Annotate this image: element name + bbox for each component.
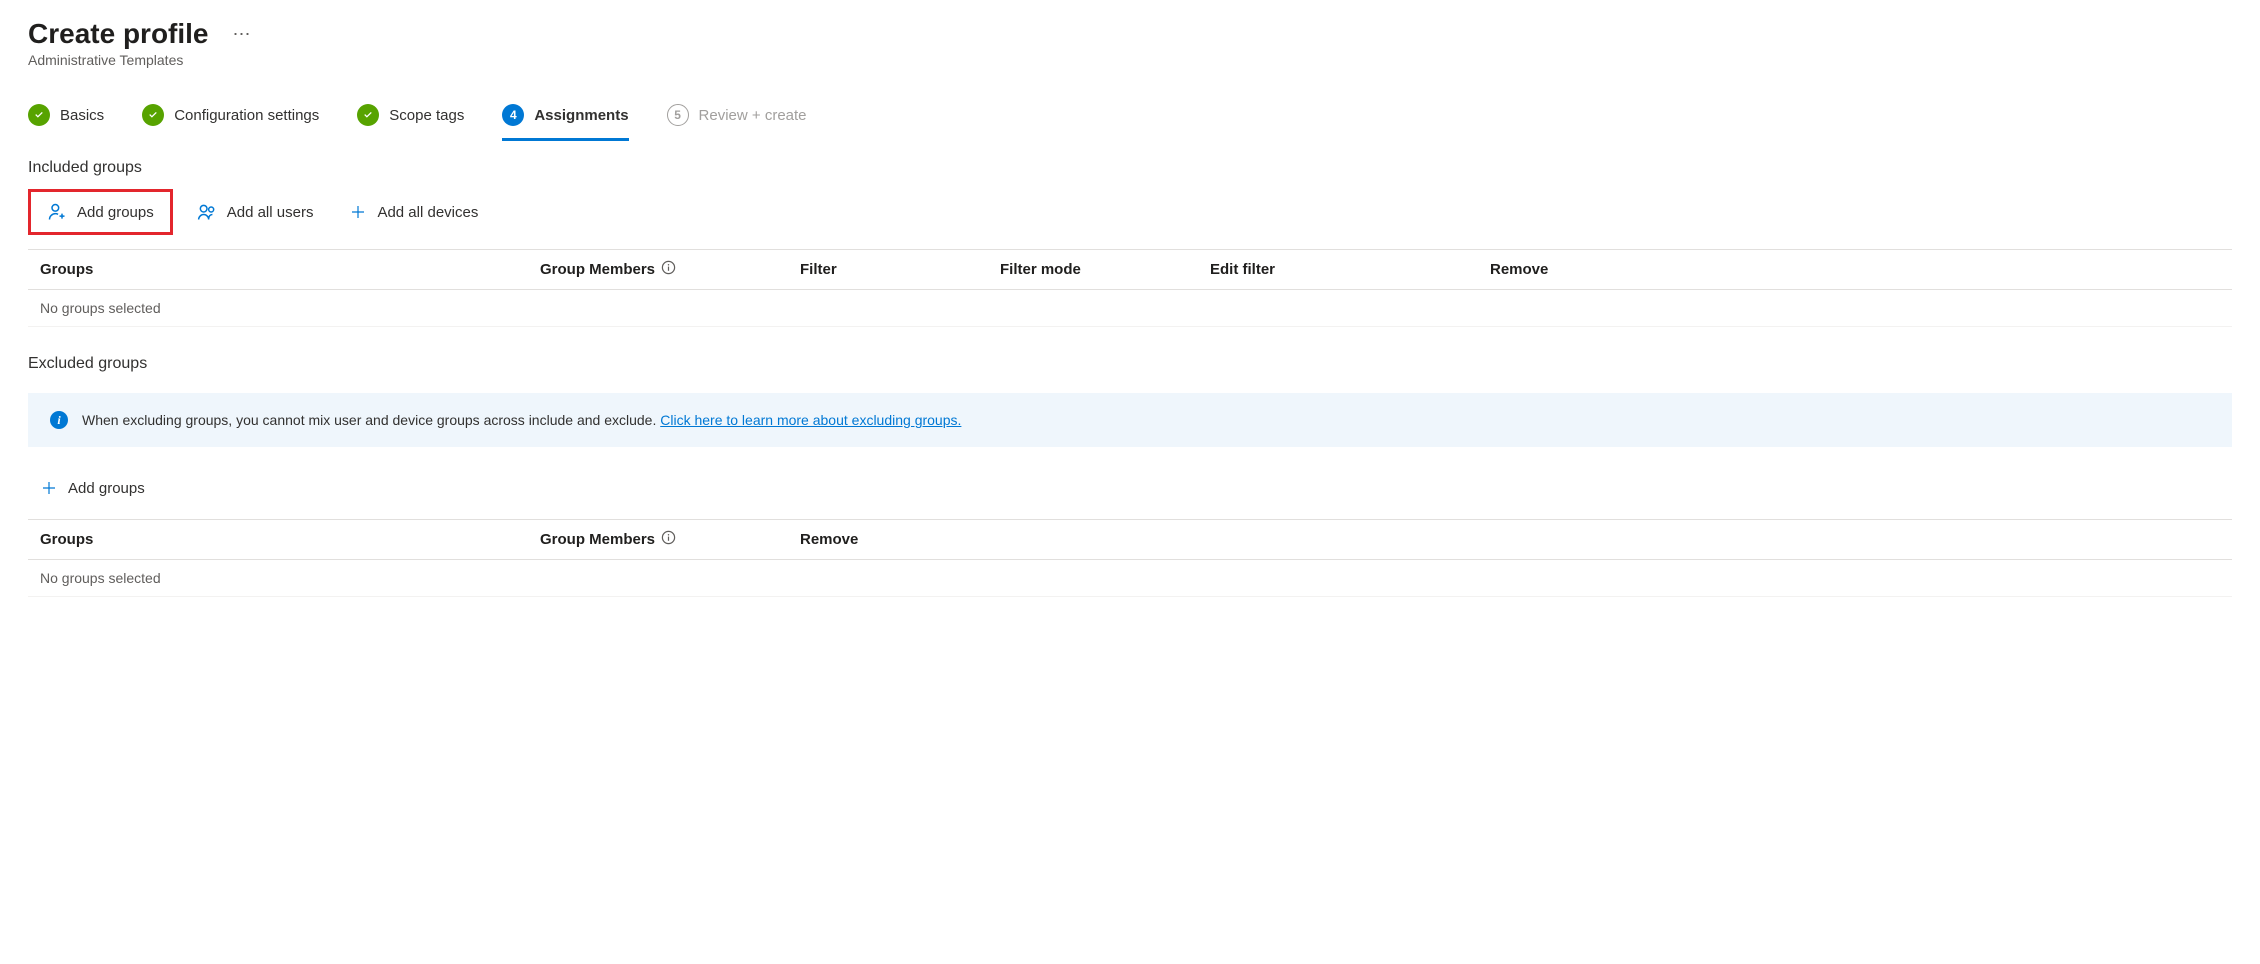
- check-icon: [142, 104, 164, 126]
- column-groups[interactable]: Groups: [40, 530, 540, 549]
- included-actions: Add groups Add all users Add all devices: [28, 189, 2232, 235]
- table-empty-row: No groups selected: [28, 560, 2232, 597]
- column-label: Group Members: [540, 261, 655, 278]
- button-label: Add groups: [77, 204, 154, 221]
- tab-assignments[interactable]: 4 Assignments: [502, 96, 628, 141]
- tab-label: Basics: [60, 107, 104, 124]
- excluded-groups-heading: Excluded groups: [28, 355, 2232, 373]
- page-subtitle: Administrative Templates: [28, 52, 2232, 68]
- page-title: Create profile: [28, 18, 209, 50]
- banner-learn-more-link[interactable]: Click here to learn more about excluding…: [660, 412, 961, 428]
- column-group-members[interactable]: Group Members: [540, 530, 800, 549]
- check-icon: [28, 104, 50, 126]
- info-icon[interactable]: [661, 260, 676, 279]
- banner-message: When excluding groups, you cannot mix us…: [82, 412, 660, 428]
- wizard-tabs: Basics Configuration settings Scope tags…: [28, 96, 2232, 141]
- column-label: Group Members: [540, 531, 655, 548]
- tab-review-create: 5 Review + create: [667, 96, 807, 141]
- add-all-devices-button[interactable]: Add all devices: [337, 195, 490, 229]
- info-banner: i When excluding groups, you cannot mix …: [28, 393, 2232, 447]
- column-remove[interactable]: Remove: [800, 530, 1000, 549]
- column-filter[interactable]: Filter: [800, 260, 1000, 279]
- banner-text: When excluding groups, you cannot mix us…: [82, 412, 961, 428]
- column-filter-mode[interactable]: Filter mode: [1000, 260, 1210, 279]
- add-groups-excluded-button[interactable]: Add groups: [28, 471, 157, 505]
- button-label: Add all devices: [377, 204, 478, 221]
- tab-label: Scope tags: [389, 107, 464, 124]
- step-number-icon: 4: [502, 104, 524, 126]
- tab-configuration-settings[interactable]: Configuration settings: [142, 96, 319, 141]
- check-icon: [357, 104, 379, 126]
- excluded-actions: Add groups: [28, 471, 2232, 505]
- included-groups-table: Groups Group Members Filter Filter mode …: [28, 249, 2232, 327]
- info-icon[interactable]: [661, 530, 676, 549]
- people-icon: [197, 202, 217, 222]
- column-groups[interactable]: Groups: [40, 260, 540, 279]
- column-remove[interactable]: Remove: [1490, 260, 2220, 279]
- info-icon: i: [50, 411, 68, 429]
- highlight-annotation: Add groups: [28, 189, 173, 235]
- tab-scope-tags[interactable]: Scope tags: [357, 96, 464, 141]
- tab-label: Assignments: [534, 107, 628, 124]
- included-groups-heading: Included groups: [28, 159, 2232, 177]
- add-groups-button[interactable]: Add groups: [35, 194, 166, 230]
- excluded-groups-table: Groups Group Members Remove No groups se…: [28, 519, 2232, 597]
- person-add-icon: [47, 202, 67, 222]
- tab-label: Configuration settings: [174, 107, 319, 124]
- button-label: Add all users: [227, 204, 314, 221]
- more-actions-button[interactable]: ⋯: [227, 20, 259, 49]
- plus-icon: [349, 203, 367, 221]
- table-header: Groups Group Members Filter Filter mode …: [28, 249, 2232, 290]
- tab-basics[interactable]: Basics: [28, 96, 104, 141]
- add-all-users-button[interactable]: Add all users: [185, 194, 326, 230]
- plus-icon: [40, 479, 58, 497]
- column-edit-filter[interactable]: Edit filter: [1210, 260, 1490, 279]
- step-number-icon: 5: [667, 104, 689, 126]
- table-header: Groups Group Members Remove: [28, 519, 2232, 560]
- column-group-members[interactable]: Group Members: [540, 260, 800, 279]
- button-label: Add groups: [68, 480, 145, 497]
- table-empty-row: No groups selected: [28, 290, 2232, 327]
- tab-label: Review + create: [699, 107, 807, 124]
